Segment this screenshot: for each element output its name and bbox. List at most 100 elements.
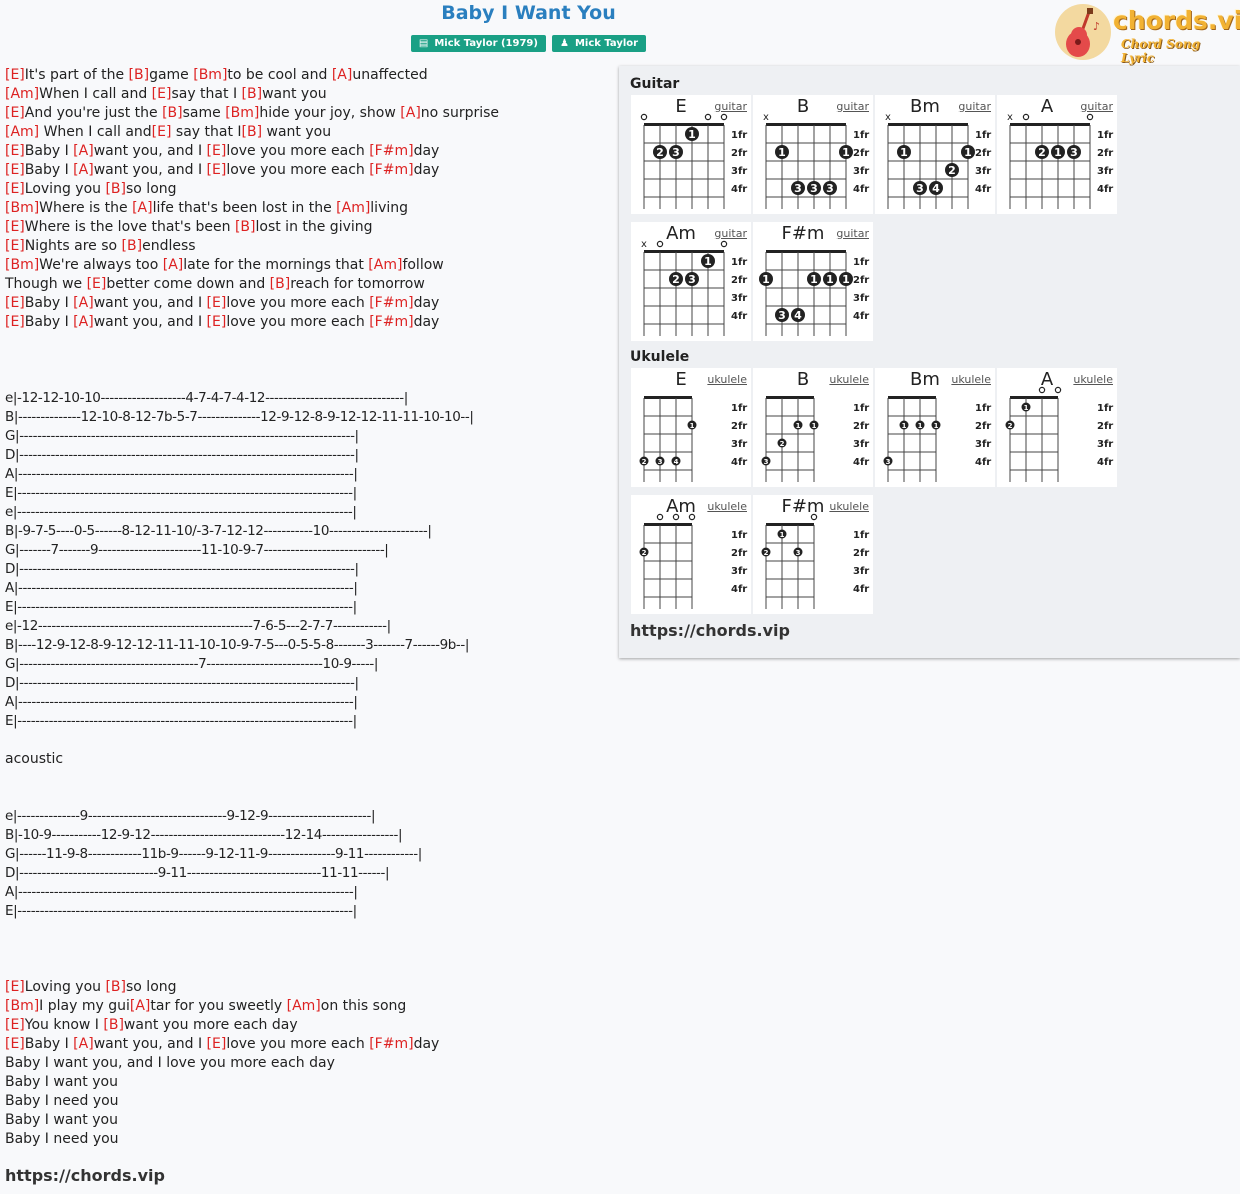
chord-link[interactable]: [B] [235,219,256,235]
artist-badge[interactable]: ♟ Mick Taylor [551,35,647,52]
guitar-chord-b[interactable]: x 1fr 2fr 3fr 4fr 1 1 3 3 3 Bguitar [753,95,873,214]
chord-link[interactable]: [F#m] [369,143,413,159]
chord-link[interactable]: [A] [73,162,94,178]
ukulele-link[interactable]: ukulele [1073,373,1113,386]
guitar-chord-fsharpm[interactable]: 1fr 2fr 3fr 4fr 1 1 1 1 3 4 F#m guitar [753,222,873,341]
chord-link[interactable]: [E] [5,1036,25,1052]
chord-link[interactable]: [A] [130,998,151,1014]
chord-link[interactable]: [E] [5,979,25,995]
chord-link[interactable]: [E] [5,105,25,121]
ukulele-link[interactable]: ukulele [829,500,869,513]
chord-link[interactable]: [A] [400,105,421,121]
album-badge[interactable]: ▤ Mick Taylor (1979) [410,35,546,52]
chord-link[interactable]: [A] [132,200,153,216]
chord-link[interactable]: [E] [5,162,25,178]
chord-link[interactable]: [E] [5,181,25,197]
chord-link[interactable]: [B] [129,67,150,83]
guitar-link[interactable]: guitar [836,227,869,240]
guitar-link[interactable]: guitar [836,100,869,113]
nut [888,123,968,126]
footer-url[interactable]: https://chords.vip [5,1166,165,1185]
lyric-text: Baby I [24,1036,74,1052]
chord-link[interactable]: [E] [87,276,107,292]
chord-link[interactable]: [E] [5,1017,25,1033]
chord-link[interactable]: [Bm] [5,200,39,216]
chord-link[interactable]: [B] [242,124,263,140]
ukulele-chord-a[interactable]: 1fr 2fr 3fr 4fr 1 2 Aukulele [997,368,1117,487]
chord-link[interactable]: [E] [152,86,172,102]
chord-link[interactable]: [B] [162,105,183,121]
chord-link[interactable]: [E] [207,162,227,178]
chord-link[interactable]: [B] [105,979,126,995]
tab-line: B|-10-9-----------12-9-12---------------… [5,827,403,843]
chord-link[interactable]: [Am] [5,86,39,102]
chord-link[interactable]: [Am] [336,200,370,216]
chord-link[interactable]: [F#m] [369,162,413,178]
nut [766,123,846,126]
chord-link[interactable]: [A] [73,314,94,330]
chord-link[interactable]: [Bm] [5,257,39,273]
tab-line: e|-12-12-10-10-------------------4-7-4-7… [5,390,408,406]
panel-url[interactable]: https://chords.vip [630,621,790,640]
ukulele-chord-am[interactable]: 1fr 2fr 3fr 4fr 2 Am ukulele [631,495,751,614]
chord-link[interactable]: [A] [163,257,184,273]
chord-link[interactable]: [E] [5,143,25,159]
guitar-link[interactable]: guitar [714,227,747,240]
guitar-chord-bm[interactable]: x 1fr 2fr 3fr 4fr 1 1 2 3 4 Bm guitar [875,95,995,214]
ukulele-chord-e[interactable]: 1fr 2fr 3fr 4fr 1 2 3 4 Eukulele [631,368,751,487]
chord-link[interactable]: [B] [103,1017,124,1033]
ukulele-link[interactable]: ukulele [707,500,747,513]
chord-link[interactable]: [A] [73,143,94,159]
lyric-text: love you more each [226,1036,370,1052]
finger-number: 1 [964,146,972,159]
guitar-link[interactable]: guitar [958,100,991,113]
chord-link[interactable]: [F#m] [369,1036,413,1052]
guitar-chord-am[interactable]: x 1fr 2fr 3fr 4fr 1 2 3 Am guitar [631,222,751,341]
guitar-chord-a[interactable]: x 1fr 2fr 3fr 4fr 2 1 3 Aguitar [997,95,1117,214]
chord-link[interactable]: [B] [270,276,291,292]
chord-link[interactable]: [B] [242,86,263,102]
chord-link[interactable]: [A] [73,1036,94,1052]
chord-link[interactable]: [A] [332,67,353,83]
lyric-text: love you more each [226,314,370,330]
ukulele-chord-fsharpm[interactable]: 1fr 2fr 3fr 4fr 1 2 3 F#m ukulele [753,495,873,614]
chord-link[interactable]: [F#m] [369,295,413,311]
chord-link[interactable]: [E] [5,295,25,311]
guitar-link[interactable]: guitar [1080,100,1113,113]
ukulele-link[interactable]: ukulele [829,373,869,386]
finger-number: 2 [1038,146,1046,159]
chord-link[interactable]: [E] [207,143,227,159]
ukulele-chord-bm[interactable]: 1fr 2fr 3fr 4fr 1 1 1 3 Bm ukulele [875,368,995,487]
chord-link[interactable]: [B] [105,181,126,197]
tab-line: e|--------------9-----------------------… [5,808,376,824]
album-badge-label: Mick Taylor (1979) [434,38,538,49]
ukulele-link[interactable]: ukulele [951,373,991,386]
fret-label: 2fr [853,148,869,159]
chord-link[interactable]: [Bm] [5,998,39,1014]
chord-link[interactable]: [Bm] [193,67,227,83]
chord-link[interactable]: [E] [152,124,172,140]
chord-link[interactable]: [Am] [368,257,402,273]
chord-link[interactable]: [E] [5,314,25,330]
guitar-link[interactable]: guitar [714,100,747,113]
chord-link[interactable]: [B] [122,238,143,254]
chord-link[interactable]: [E] [207,314,227,330]
chord-link[interactable]: [Bm] [225,105,259,121]
fret-label: 3fr [731,566,747,577]
site-logo[interactable]: ♪ chords.vip Chord Song Lyric [1055,4,1240,65]
chord-link[interactable]: [E] [5,67,25,83]
chord-link[interactable]: [E] [207,1036,227,1052]
chord-link[interactable]: [E] [5,219,25,235]
guitar-chord-e[interactable]: 1fr 2fr 3fr 4fr 1 2 3 Eguitar [631,95,751,214]
ukulele-chord-b[interactable]: 1fr 2fr 3fr 4fr 1 1 2 3 Bukulele [753,368,873,487]
chord-link[interactable]: [Am] [287,998,321,1014]
chord-link[interactable]: [E] [207,295,227,311]
lyric-text: on this song [320,998,407,1014]
chord-link[interactable]: [Am] [5,124,39,140]
chord-link[interactable]: [F#m] [369,314,413,330]
ukulele-link[interactable]: ukulele [707,373,747,386]
lyric-line: E|--------------------------------------… [5,712,605,731]
chord-link[interactable]: [E] [5,238,25,254]
finger-number: 1 [778,146,786,159]
chord-link[interactable]: [A] [73,295,94,311]
